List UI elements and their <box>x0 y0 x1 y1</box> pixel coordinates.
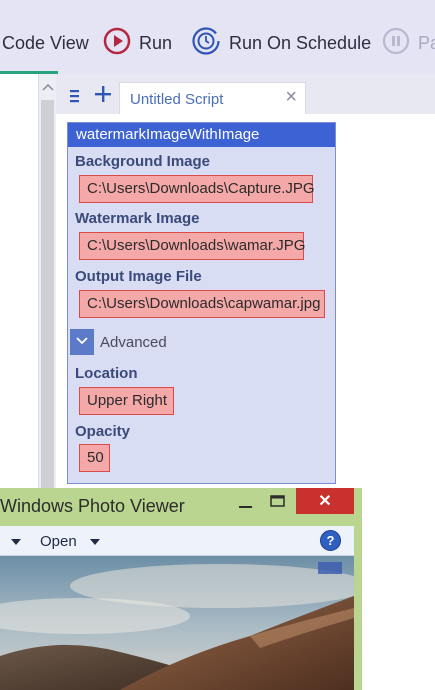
background-image-field[interactable]: C:\Users\Downloads\Capture.JPG <box>79 175 315 203</box>
left-pane <box>0 74 38 488</box>
run-label: Run <box>139 32 173 53</box>
maximize-button[interactable] <box>268 491 288 513</box>
chevron-down-icon <box>89 533 101 550</box>
chevron-down-icon <box>75 333 89 351</box>
opacity-field[interactable]: 50 <box>79 444 110 472</box>
pause-label: Pa <box>418 32 435 53</box>
main-toolbar: Code View Run Run On Schedule P <box>0 0 435 74</box>
watermark-thumbnail <box>318 562 342 574</box>
location-label: Location <box>75 365 138 382</box>
pause-button[interactable]: Pa <box>382 27 435 56</box>
vertical-scrollbar[interactable] <box>38 74 56 488</box>
menu-dropdown-arrow[interactable] <box>10 533 22 550</box>
open-menu[interactable]: Open <box>40 533 101 550</box>
advanced-toggle-button[interactable] <box>70 329 94 355</box>
landscape-photo <box>0 556 354 690</box>
scrollbar-thumb[interactable] <box>41 100 54 488</box>
minimize-button[interactable] <box>236 491 256 513</box>
schedule-clock-icon <box>191 26 221 61</box>
output-image-label: Output Image File <box>75 268 202 285</box>
output-image-field[interactable]: C:\Users\Downloads\capwamar.jpg <box>79 290 325 318</box>
scroll-up-arrow-icon[interactable] <box>39 78 57 96</box>
node-title[interactable]: watermarkImageWithImage <box>68 123 335 147</box>
open-menu-label: Open <box>40 533 77 550</box>
location-field[interactable]: Upper Right <box>79 387 174 415</box>
plus-icon <box>93 84 113 110</box>
advanced-label: Advanced <box>100 334 167 351</box>
watermark-node-panel[interactable]: watermarkImageWithImage Background Image… <box>67 122 336 484</box>
run-on-schedule-label: Run On Schedule <box>229 32 372 53</box>
background-image-label: Background Image <box>75 153 211 170</box>
hamburger-icon <box>68 84 82 110</box>
run-on-schedule-button[interactable]: Run On Schedule <box>191 26 372 56</box>
close-window-button[interactable]: ✕ <box>296 488 354 514</box>
add-tab-button[interactable] <box>90 82 116 112</box>
run-button[interactable]: Run <box>103 27 173 56</box>
photo-viewer-title: Windows Photo Viewer <box>0 496 185 516</box>
photo-viewer-window[interactable]: Windows Photo Viewer ✕ Open ? <box>0 488 362 690</box>
menu-button[interactable] <box>62 82 88 112</box>
tab-label: Untitled Script <box>130 91 224 108</box>
photo-viewer-menubar: Open ? <box>0 526 354 556</box>
play-circle-icon <box>103 27 131 60</box>
window-border <box>354 514 362 690</box>
opacity-label: Opacity <box>75 423 131 440</box>
close-icon[interactable]: × <box>285 86 297 109</box>
tab-untitled-script[interactable]: Untitled Script × <box>119 82 306 114</box>
watermark-image-field[interactable]: C:\Users\Downloads\wamar.JPG <box>79 232 305 260</box>
code-view-button[interactable]: Code View <box>2 30 89 56</box>
photo-display <box>0 556 354 690</box>
help-icon[interactable]: ? <box>320 530 341 551</box>
code-view-label: Code View <box>2 32 89 53</box>
pause-circle-icon <box>382 27 410 60</box>
watermark-image-label: Watermark Image <box>75 210 200 227</box>
